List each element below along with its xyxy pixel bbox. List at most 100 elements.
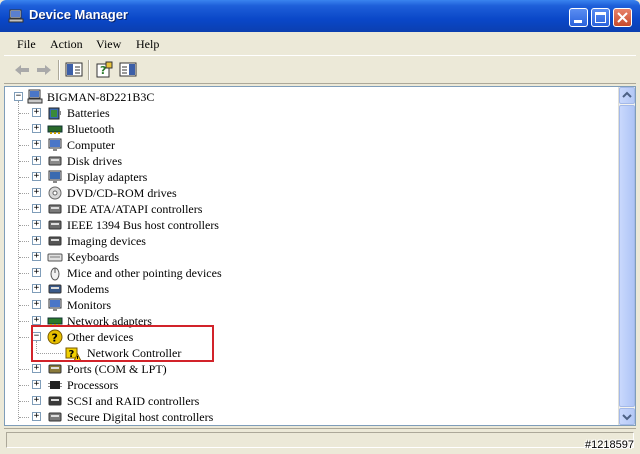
tree-connector — [19, 305, 29, 306]
menu-view[interactable]: View — [96, 37, 121, 52]
tree-category-label: IDE ATA/ATAPI controllers — [67, 202, 203, 216]
tree-connector — [19, 129, 29, 130]
modem-icon — [48, 284, 62, 294]
maximize-icon — [595, 12, 606, 23]
toolbar: ? — [4, 55, 636, 84]
back-arrow-icon[interactable] — [12, 60, 32, 80]
expand-toggle[interactable]: + — [32, 124, 41, 133]
tree-category-row[interactable]: + Computer — [5, 137, 615, 153]
expand-toggle[interactable]: + — [32, 284, 41, 293]
disk-drive-icon — [48, 156, 62, 166]
tree-connector — [19, 321, 29, 322]
expand-toggle[interactable]: + — [32, 268, 41, 277]
tree-category-label: Secure Digital host controllers — [67, 410, 214, 424]
tree-connector — [19, 193, 29, 194]
menu-file[interactable]: File — [17, 37, 36, 52]
expand-toggle[interactable]: + — [32, 380, 41, 389]
minimize-button[interactable] — [569, 8, 588, 27]
tree-connector — [19, 145, 29, 146]
tree-category-row[interactable]: + Keyboards — [5, 249, 615, 265]
tree-root-row[interactable]: − BIGMAN-8D221B3C — [5, 89, 615, 105]
scsi-icon — [48, 396, 62, 406]
tree-connector — [19, 177, 29, 178]
tree-category-label: Ports (COM & LPT) — [67, 362, 167, 376]
highlight-annotation-box — [31, 325, 214, 362]
tree-category-row[interactable]: + Imaging devices — [5, 233, 615, 249]
help-properties-icon[interactable]: ? — [94, 60, 114, 80]
battery-icon — [48, 107, 61, 120]
toolbar-separator — [58, 60, 60, 80]
tree-connector — [19, 385, 29, 386]
tree-category-row[interactable]: + Batteries — [5, 105, 615, 121]
expand-toggle[interactable]: + — [32, 364, 41, 373]
expand-toggle[interactable]: + — [32, 220, 41, 229]
tree-category-row[interactable]: + Disk drives — [5, 153, 615, 169]
device-manager-icon — [8, 9, 24, 23]
tree-category-row[interactable]: + DVD/CD-ROM drives — [5, 185, 615, 201]
tree-connector — [19, 289, 29, 290]
vertical-scrollbar[interactable] — [618, 87, 635, 425]
computer-icon — [27, 89, 43, 104]
collapse-toggle[interactable]: − — [14, 92, 23, 101]
watermark-text: #1218597 — [585, 439, 634, 451]
minimize-icon — [574, 20, 582, 23]
expand-toggle[interactable]: + — [32, 204, 41, 213]
menu-help[interactable]: Help — [136, 37, 159, 52]
tree-category-label: Modems — [67, 282, 109, 296]
keyboard-icon — [47, 253, 63, 262]
tree-category-row[interactable]: + IDE ATA/ATAPI controllers — [5, 201, 615, 217]
tree-category-row[interactable]: + IEEE 1394 Bus host controllers — [5, 217, 615, 233]
expand-toggle[interactable]: + — [32, 156, 41, 165]
tree-connector — [19, 209, 29, 210]
scroll-down-button[interactable] — [619, 408, 635, 425]
toolbar-separator — [88, 60, 90, 80]
device-tree-pane[interactable]: − BIGMAN-8D221B3C + Batteries + Bluetooth + C… — [4, 86, 636, 426]
show-hide-action-pane-icon[interactable] — [118, 60, 138, 80]
tree-connector — [19, 257, 29, 258]
window-title: Device Manager — [29, 7, 128, 22]
expand-toggle[interactable]: + — [32, 412, 41, 421]
expand-toggle[interactable]: + — [32, 252, 41, 261]
maximize-button[interactable] — [591, 8, 610, 27]
tree-category-label: Bluetooth — [67, 122, 115, 136]
tree-category-row[interactable]: + SCSI and RAID controllers — [5, 393, 615, 409]
title-bar[interactable]: Device Manager — [0, 0, 640, 32]
chevron-down-icon — [622, 414, 632, 421]
scroll-thumb[interactable] — [619, 105, 635, 407]
tree-category-row[interactable]: + Modems — [5, 281, 615, 297]
tree-category-label: Display adapters — [67, 170, 148, 184]
tree-category-row[interactable]: + Ports (COM & LPT) — [5, 361, 615, 377]
sd-controller-icon — [48, 412, 62, 422]
close-icon — [617, 12, 628, 23]
expand-toggle[interactable]: + — [32, 140, 41, 149]
tree-category-label: Monitors — [67, 298, 112, 312]
scroll-up-button[interactable] — [619, 87, 635, 104]
expand-toggle[interactable]: + — [32, 188, 41, 197]
expand-toggle[interactable]: + — [32, 108, 41, 117]
tree-category-label: Computer — [67, 138, 115, 152]
expand-toggle[interactable]: + — [32, 300, 41, 309]
expand-toggle[interactable]: + — [32, 316, 41, 325]
processor-icon — [48, 381, 62, 389]
tree-category-label: IEEE 1394 Bus host controllers — [67, 218, 219, 232]
svg-text:?: ? — [100, 64, 106, 77]
tree-category-row[interactable]: + Monitors — [5, 297, 615, 313]
expand-toggle[interactable]: + — [32, 236, 41, 245]
tree-category-label: Disk drives — [67, 154, 122, 168]
show-hide-console-tree-icon[interactable] — [64, 60, 84, 80]
tree-category-row[interactable]: + Processors — [5, 377, 615, 393]
tree-category-row[interactable]: + Bluetooth — [5, 121, 615, 137]
tree-category-row[interactable]: + Display adapters — [5, 169, 615, 185]
forward-arrow-icon[interactable] — [34, 60, 54, 80]
expand-toggle[interactable]: + — [32, 172, 41, 181]
port-icon — [48, 364, 62, 374]
tree-connector — [19, 369, 29, 370]
expand-toggle[interactable]: + — [32, 396, 41, 405]
ieee1394-icon — [48, 220, 62, 230]
tree-connector — [19, 417, 29, 418]
menu-action[interactable]: Action — [50, 37, 83, 52]
tree-category-row[interactable]: + Mice and other pointing devices — [5, 265, 615, 281]
camera-icon — [48, 236, 62, 246]
tree-category-row[interactable]: + Secure Digital host controllers — [5, 409, 615, 425]
close-button[interactable] — [613, 8, 632, 27]
